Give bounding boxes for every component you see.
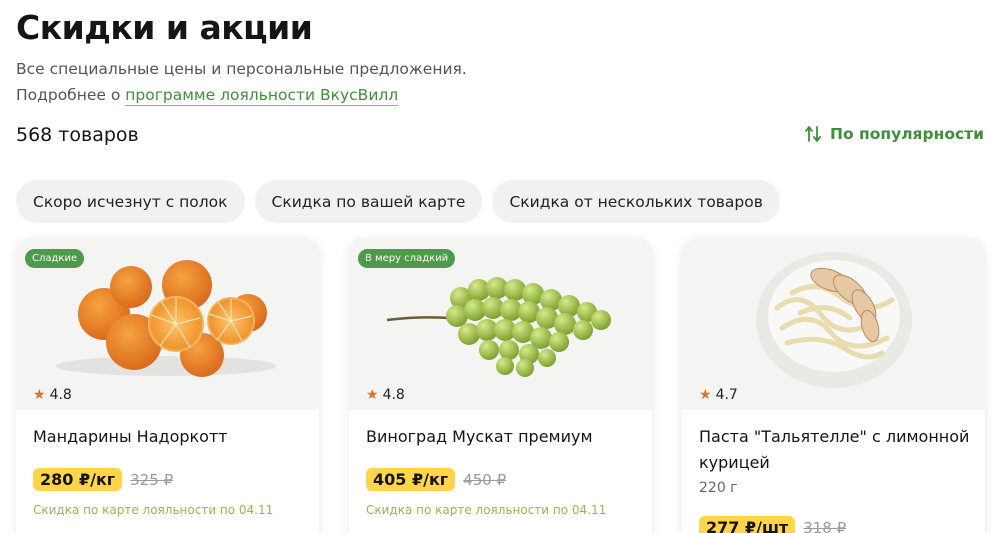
old-price: 318 ₽	[803, 518, 847, 533]
current-price: 277 ₽/шт	[699, 516, 796, 533]
product-count: 568 товаров	[16, 124, 139, 146]
sort-label: По популярности	[830, 125, 984, 143]
old-price: 325 ₽	[130, 470, 174, 489]
product-name[interactable]: Виноград Мускат премиум	[366, 424, 641, 450]
sort-button[interactable]: По популярности	[805, 125, 984, 143]
page-title: Скидки и акции	[16, 8, 313, 47]
product-badge: В меру сладкий	[358, 249, 456, 268]
price-row: 405 ₽/кг 450 ₽	[366, 468, 506, 491]
rating-value: 4.8	[49, 387, 72, 403]
product-name[interactable]: Паста "Тальятелле" с лимонной курицей	[699, 424, 974, 476]
sort-arrows-icon	[805, 126, 821, 142]
current-price: 280 ₽/кг	[33, 468, 123, 491]
pasta-image	[756, 252, 912, 388]
promo-text: Скидка по карте лояльности по 04.11	[366, 503, 607, 517]
subtitle-line-2: Подробнее о программе лояльности ВкусВил…	[16, 82, 467, 108]
product-image: ★ 4.7	[682, 238, 985, 410]
filter-chip-card-discount[interactable]: Скидка по вашей карте	[254, 180, 483, 223]
product-weight: 220 г	[699, 480, 738, 496]
filter-chip-expiring[interactable]: Скоро исчезнут с полок	[16, 180, 245, 223]
star-icon: ★	[366, 387, 379, 403]
product-badge: Сладкие	[25, 249, 85, 268]
filter-chip-multi-discount[interactable]: Скидка от нескольких товаров	[492, 180, 780, 223]
filter-chips: Скоро исчезнут с полок Скидка по вашей к…	[16, 180, 780, 223]
promo-text: Скидка по карте лояльности по 04.11	[33, 503, 274, 517]
price-row: 280 ₽/кг 325 ₽	[33, 468, 173, 491]
star-icon: ★	[699, 387, 712, 403]
rating-value: 4.7	[715, 387, 738, 403]
price-row: 277 ₽/шт 318 ₽	[699, 516, 846, 533]
product-rating: ★ 4.8	[366, 387, 405, 403]
product-rating: ★ 4.8	[33, 387, 72, 403]
old-price: 450 ₽	[463, 470, 507, 489]
star-icon: ★	[33, 387, 46, 403]
product-card[interactable]: В меру сладкий ★ 4.8 Виноград Мускат пре…	[349, 238, 652, 533]
product-name[interactable]: Мандарины Надоркотт	[33, 424, 308, 450]
page-subtitle: Все специальные цены и персональные пред…	[16, 56, 467, 108]
current-price: 405 ₽/кг	[366, 468, 456, 491]
product-card[interactable]: Сладкие ★ 4.8 Мандарины Надоркотт 280 ₽/…	[16, 238, 319, 533]
subtitle-prefix: Подробнее о	[16, 86, 126, 104]
rating-value: 4.8	[382, 387, 405, 403]
product-image: Сладкие ★ 4.8	[16, 238, 319, 410]
loyalty-program-link[interactable]: программе лояльности ВкусВилл	[125, 86, 399, 106]
product-image: В меру сладкий ★ 4.8	[349, 238, 652, 410]
product-card[interactable]: ★ 4.7 Паста "Тальятелле" с лимонной кури…	[682, 238, 985, 533]
product-rating: ★ 4.7	[699, 387, 738, 403]
subtitle-line: Все специальные цены и персональные пред…	[16, 60, 467, 78]
